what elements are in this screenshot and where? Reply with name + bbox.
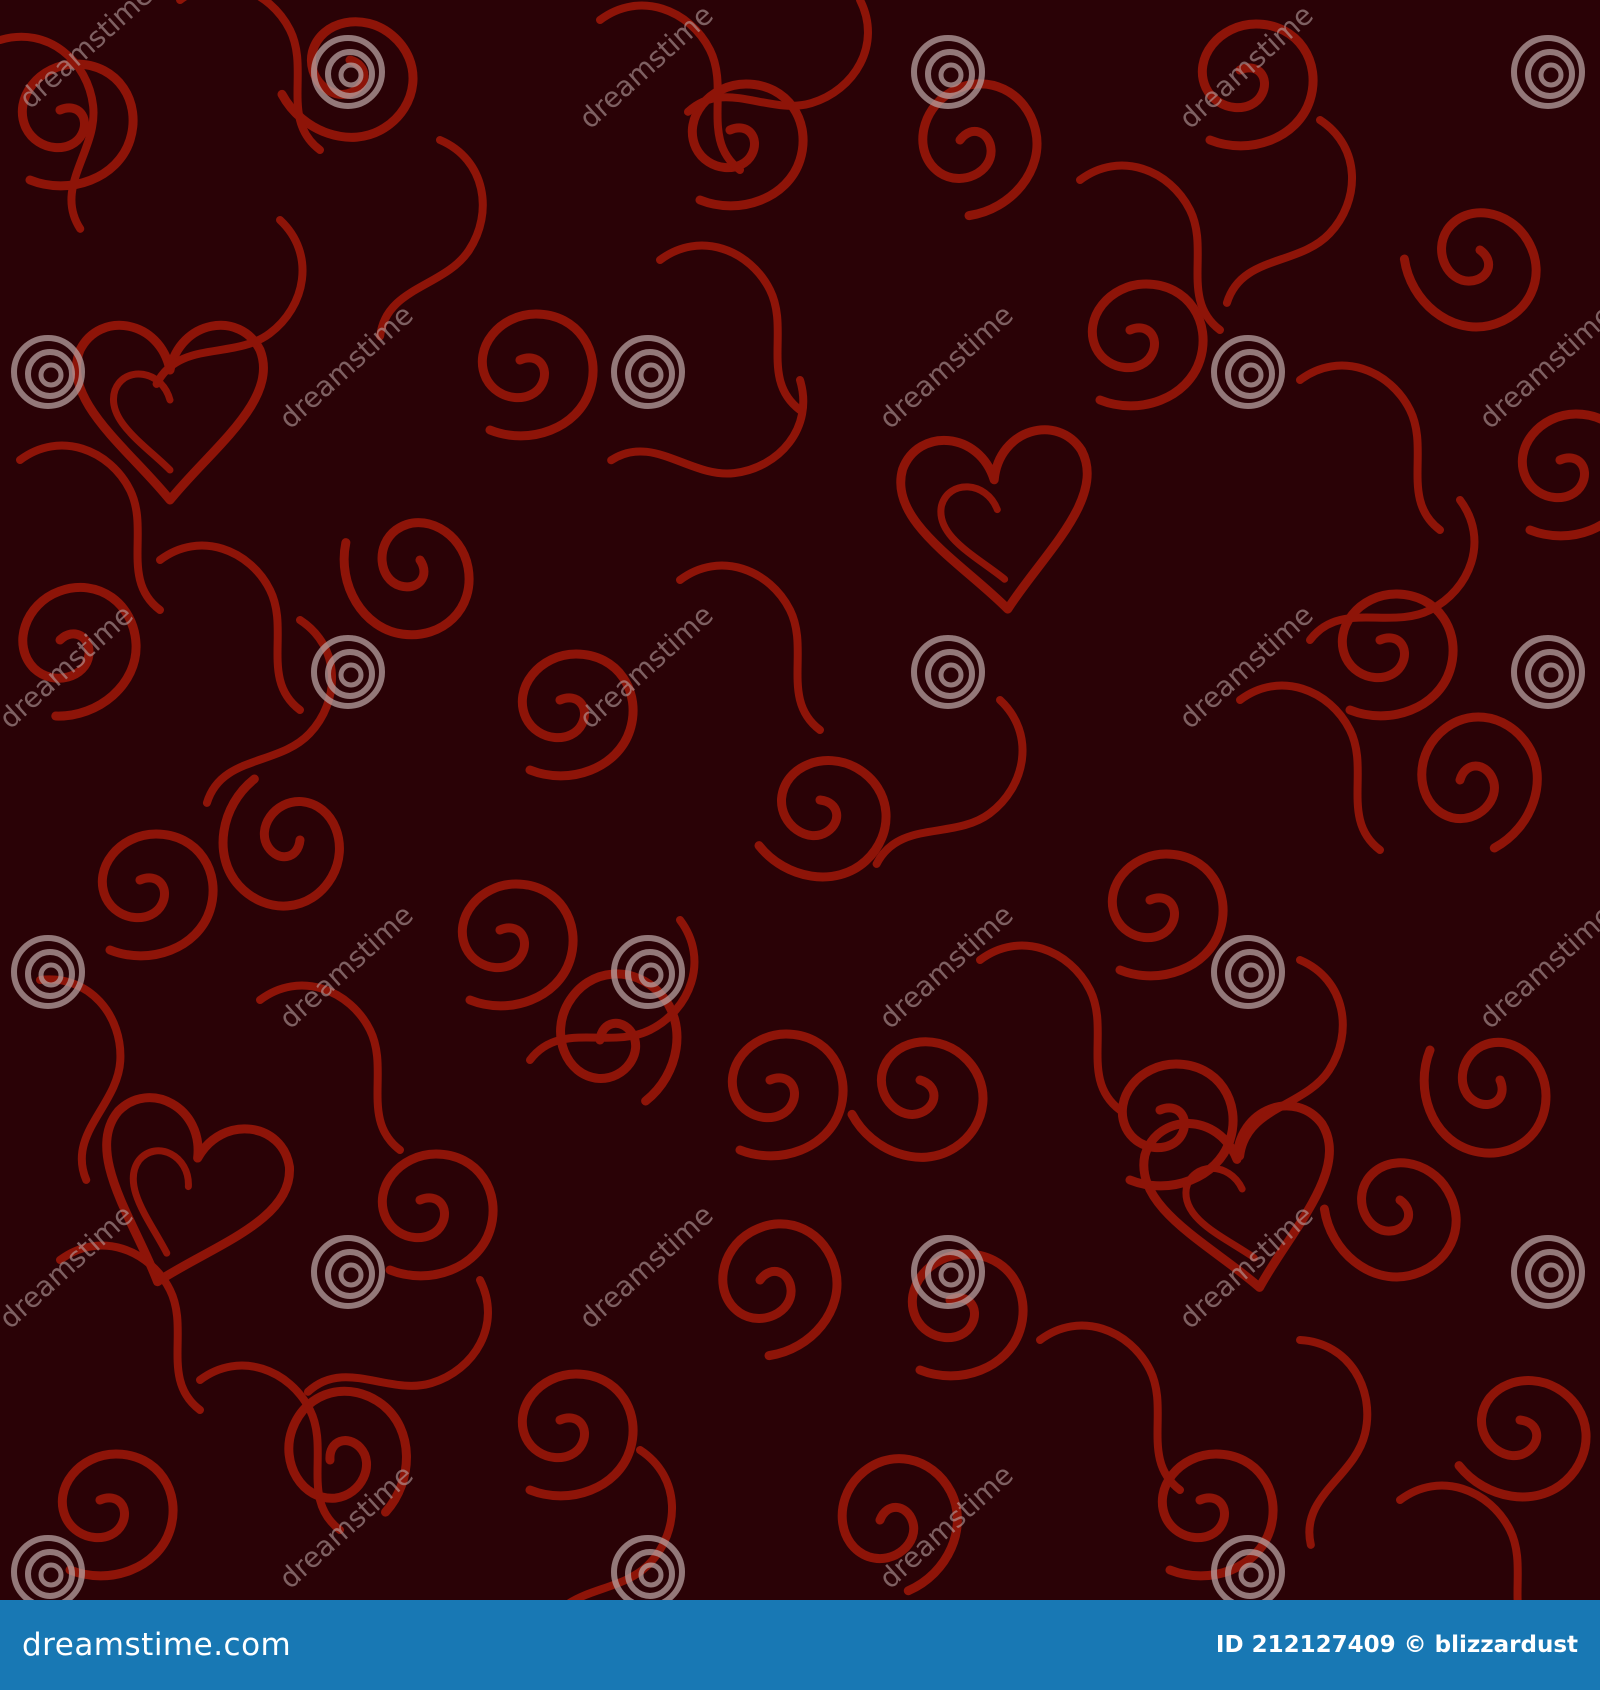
stock-image: dreamstime dreamstime dreamstime dreamst… (0, 0, 1600, 1690)
author-name[interactable]: blizzardust (1435, 1632, 1578, 1658)
image-credit: ID 212127409 © blizzardust (1216, 1632, 1578, 1658)
swirl-heart-pattern (0, 0, 1600, 1600)
brand-name[interactable]: dreamstime.com (22, 1627, 291, 1663)
copyright-symbol: © (1403, 1632, 1427, 1658)
image-id: ID 212127409 (1215, 1632, 1396, 1658)
footer-bar: dreamstime.com ID 212127409 © blizzardus… (0, 1600, 1600, 1690)
